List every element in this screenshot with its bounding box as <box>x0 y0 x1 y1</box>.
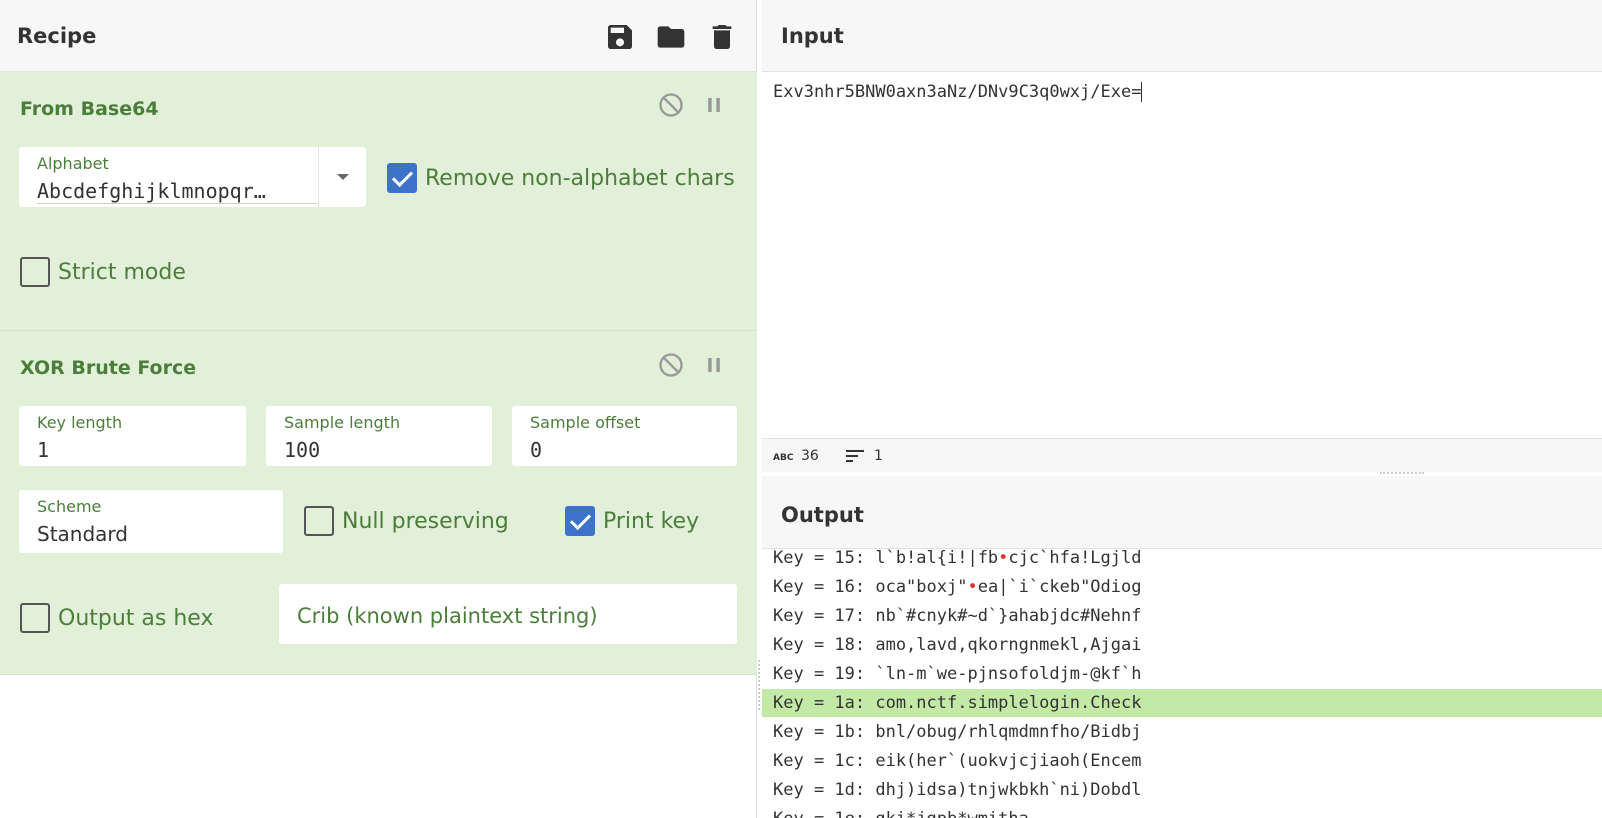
output-line-text: cjc`hfa!Lgjld <box>1008 549 1142 568</box>
output-line: Key = 1c: eik(her`(uokvjcjiaoh(Encem <box>762 747 1602 775</box>
output-line: Key = 15: l`b!al{i!|fb•cjc`hfa!Lgjld <box>762 549 1602 572</box>
output-as-hex-checkbox[interactable]: Output as hex <box>20 603 213 633</box>
svg-text:ABC: ABC <box>773 453 793 462</box>
line-count: 1 <box>846 448 883 464</box>
op-from-base64: From Base64 Alphabet Abcdefghijklmnopqr…… <box>0 72 757 330</box>
pause-icon[interactable] <box>700 351 728 379</box>
lines-icon <box>846 450 864 462</box>
recipe-pane: Recipe From Base64 Alphabet Abcdefghijkl… <box>0 0 757 818</box>
pause-icon[interactable] <box>700 91 728 119</box>
checkbox-label: Print key <box>603 508 700 534</box>
output-title: Output <box>781 503 864 527</box>
output-line: Key = 17: nb`#cnyk#~d`}ahabjdc#Nehnf <box>762 602 1602 630</box>
checkbox-label: Null preserving <box>342 508 509 534</box>
control-char-dot: • <box>967 577 978 597</box>
checkbox-box[interactable] <box>20 603 50 633</box>
chevron-down-icon[interactable] <box>337 174 349 180</box>
output-line-text: Key = 16: oca"boxj" <box>773 577 968 597</box>
checkbox-label: Strict mode <box>58 259 186 285</box>
crib-input[interactable]: Crib (known plaintext string) <box>279 584 737 644</box>
sample-length-label: Sample length <box>284 413 401 432</box>
disable-icon[interactable] <box>657 91 685 119</box>
select-divider <box>318 147 319 207</box>
char-count: ABC 36 <box>773 448 819 464</box>
line-count-value: 1 <box>874 448 883 464</box>
output-line: Key = 1e: gki*jgpb*wmitha <box>762 805 1602 818</box>
output-line: Key = 19: `ln-m`we-pjnsofoldjm-@kf`h <box>762 660 1602 688</box>
output-line-text: Key = 1d: dhj)idsa)tnjwkbkh`ni)Dobdl <box>773 780 1142 800</box>
input-text[interactable]: Exv3nhr5BNW0axn3aNz/DNv9C3q0wxj/Exe= <box>773 82 1141 102</box>
abc-icon: ABC <box>773 453 793 462</box>
checkbox-label: Remove non-alphabet chars <box>425 165 735 191</box>
input-textarea[interactable]: Exv3nhr5BNW0axn3aNz/DNv9C3q0wxj/Exe= <box>773 82 1143 102</box>
scheme-select[interactable]: Scheme Standard <box>19 490 283 553</box>
output-line-text: Key = 17: nb`#cnyk#~d`}ahabjdc#Nehnf <box>773 606 1142 626</box>
sample-offset-field[interactable]: Sample offset 0 <box>512 406 737 466</box>
sample-length-value[interactable]: 100 <box>284 438 320 462</box>
recipe-header: Recipe <box>0 0 756 72</box>
input-title: Input <box>781 24 844 48</box>
output-line-text: Key = 1c: eik(her`(uokvjcjiaoh(Encem <box>773 751 1142 771</box>
output-line-highlighted: Key = 1a: com.nctf.simplelogin.Check <box>762 689 1602 717</box>
scheme-value: Standard <box>37 522 128 546</box>
scheme-label: Scheme <box>37 497 102 516</box>
key-length-field[interactable]: Key length 1 <box>19 406 246 466</box>
op-title: XOR Brute Force <box>20 357 197 379</box>
sample-length-field[interactable]: Sample length 100 <box>266 406 492 466</box>
output-line-text: Key = 1b: bnl/obug/rhlqmdmnfho/Bidbj <box>773 722 1142 742</box>
sample-offset-label: Sample offset <box>530 413 641 432</box>
save-icon[interactable] <box>604 21 636 53</box>
input-status-bar: ABC 36 1 <box>762 438 1602 472</box>
text-caret <box>1141 82 1143 102</box>
strict-mode-checkbox[interactable]: Strict mode <box>20 257 186 287</box>
output-pane: Output Key = 15: l`b!al{i!|fb•cjc`hfa!Lg… <box>762 476 1602 818</box>
output-line: Key = 1d: dhj)idsa)tnjwkbkh`ni)Dobdl <box>762 776 1602 804</box>
output-line-text: Key = 18: amo,lavd,qkorngnmekl,Ajgai <box>773 635 1142 655</box>
output-text[interactable]: Key = 15: l`b!al{i!|fb•cjc`hfa!Lgjld Key … <box>762 549 1602 818</box>
char-count-value: 36 <box>801 448 819 464</box>
remove-non-alphabet-checkbox[interactable]: Remove non-alphabet chars <box>387 163 735 193</box>
alphabet-select[interactable]: Alphabet Abcdefghijklmnopqr… <box>19 147 366 207</box>
control-char-dot: • <box>998 549 1009 568</box>
sample-offset-value[interactable]: 0 <box>530 438 542 462</box>
null-preserving-checkbox[interactable]: Null preserving <box>304 506 509 536</box>
op-title: From Base64 <box>20 98 159 120</box>
output-line-text: ea|`i`ckeb"Odiog <box>977 577 1142 597</box>
alphabet-label: Alphabet <box>37 154 109 173</box>
disable-icon[interactable] <box>657 351 685 379</box>
output-line-text: Key = 1a: com.nctf.simplelogin.Check <box>773 693 1142 713</box>
output-line-text: Key = 19: `ln-m`we-pjnsofoldjm-@kf`h <box>773 664 1142 684</box>
folder-icon[interactable] <box>655 21 687 53</box>
output-line-text: Key = 1e: gki*jgpb*wmitha <box>773 809 1029 818</box>
checkbox-box[interactable] <box>565 506 595 536</box>
op-xor-brute-force: XOR Brute Force Key length 1 Sample leng… <box>0 331 757 674</box>
output-line: Key = 1b: bnl/obug/rhlqmdmnfho/Bidbj <box>762 718 1602 746</box>
alphabet-value: Abcdefghijklmnopqr… <box>37 179 266 203</box>
checkbox-box[interactable] <box>20 257 50 287</box>
output-header: Output <box>762 476 1602 549</box>
input-pane: Input Exv3nhr5BNW0axn3aNz/DNv9C3q0wxj/Ex… <box>762 0 1602 474</box>
field-underline <box>37 203 317 204</box>
print-key-checkbox[interactable]: Print key <box>565 506 699 536</box>
input-header: Input <box>762 0 1602 72</box>
recipe-title: Recipe <box>17 24 97 48</box>
key-length-label: Key length <box>37 413 123 432</box>
key-length-value[interactable]: 1 <box>37 438 49 462</box>
crib-placeholder: Crib (known plaintext string) <box>297 604 598 628</box>
output-line: Key = 18: amo,lavd,qkorngnmekl,Ajgai <box>762 631 1602 659</box>
checkbox-label: Output as hex <box>58 605 214 631</box>
output-line: Key = 16: oca"boxj"•ea|`i`ckeb"Odiog <box>762 573 1602 601</box>
checkbox-box[interactable] <box>387 163 417 193</box>
output-line-text: Key = 15: l`b!al{i!|fb <box>773 549 999 568</box>
checkbox-box[interactable] <box>304 506 334 536</box>
trash-icon[interactable] <box>706 21 738 53</box>
op-divider <box>0 674 757 675</box>
